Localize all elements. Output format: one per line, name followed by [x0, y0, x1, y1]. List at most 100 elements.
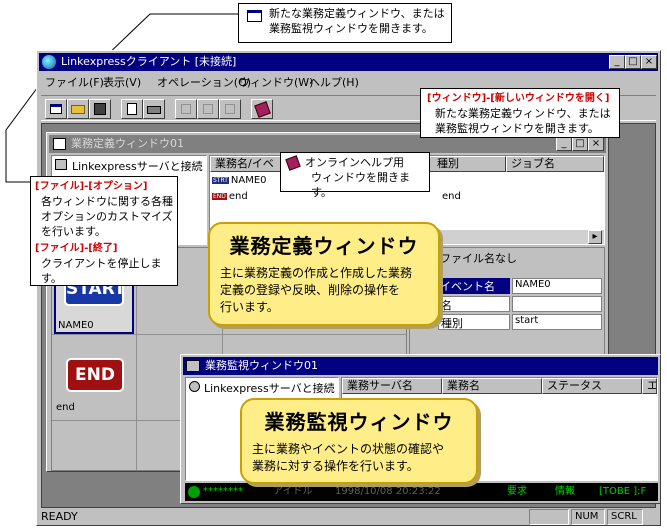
callout-text: 各ウィンドウに関する各種 [41, 195, 173, 208]
new-window-button[interactable] [45, 99, 67, 119]
callout-text: ウィンドウを開きます。 [311, 171, 410, 199]
help-book-icon [285, 155, 301, 171]
monitor-status-state: アイドル [273, 486, 313, 497]
row-name: end [228, 191, 248, 202]
start-node-caption: NAME0 [58, 320, 94, 331]
row-name: NAME0 [230, 175, 267, 186]
printer-icon [147, 106, 161, 114]
tool-icon [203, 104, 213, 114]
app-titlebar: Linkexpressクライアント [未接続] [39, 53, 658, 71]
callout-help: オンラインヘルプ用 ウィンドウを開きます。 [280, 152, 430, 199]
header-job-name[interactable]: 業務名 [442, 378, 542, 394]
save-icon [94, 103, 106, 115]
save-button[interactable] [89, 99, 111, 119]
callout-title: [ファイル]-[終了] [35, 243, 118, 254]
print-button[interactable] [143, 99, 165, 119]
monitor-window-titlebar: 業務監視ウィンドウ01 [183, 357, 658, 375]
folder-icon [71, 105, 85, 114]
close-button[interactable]: × [641, 55, 657, 69]
status-bar: READY NUM SCRL [39, 509, 658, 525]
define-tree-root[interactable]: Linkexpressサーバと接続し [72, 158, 204, 174]
operation-button-3[interactable] [219, 99, 241, 119]
canvas-grid-h [52, 334, 406, 335]
monitor-status-request: 要求 [507, 486, 527, 497]
callout-title: [ファイル]-[オプション] [35, 181, 148, 192]
end-badge-icon: END [212, 192, 227, 200]
minimize-button[interactable]: _ [609, 55, 625, 69]
callout-text: オプションのカストマイズ [41, 210, 173, 223]
operation-button-1[interactable] [175, 99, 197, 119]
server-icon [55, 159, 67, 170]
callout-text: 業務監視ウィンドウを開きます。 [435, 122, 599, 135]
preview-button[interactable] [121, 99, 143, 119]
note-text: 主に業務やイベントの状態の確認や [252, 442, 445, 456]
monitor-status-bar: ******** アイドル 1998/10/08 20:23:22 要求 情報 … [185, 483, 658, 501]
monitor-window-title: 業務監視ウィンドウ01 [205, 359, 318, 372]
header-extra[interactable]: エ [642, 378, 657, 394]
callout-text: 新たな業務定義ウィンドウ、または [435, 107, 611, 120]
define-close-button[interactable]: × [588, 137, 604, 151]
property-value[interactable] [512, 296, 602, 312]
callout-file-menu: [ファイル]-[オプション] 各ウィンドウに関する各種 オプションのカストマイズ… [30, 176, 178, 286]
status-num: NUM [571, 509, 605, 525]
status-scrl: SCRL [607, 509, 643, 525]
status-panel-empty [529, 509, 569, 525]
app-title: Linkexpressクライアント [未接続] [61, 55, 237, 68]
property-key: 名 [438, 296, 510, 312]
maximize-button[interactable]: □ [625, 55, 641, 69]
property-key: イベント名 [438, 278, 510, 294]
status-ready: READY [41, 510, 78, 523]
property-title: ファイル名なし [440, 252, 517, 265]
end-node-caption: end [56, 402, 75, 413]
tool-icon [225, 104, 235, 114]
header-server-name[interactable]: 業務サーバ名 [342, 378, 442, 394]
header-status[interactable]: ステータス [542, 378, 642, 394]
monitor-tree-root[interactable]: Linkexpressサーバと接続し [204, 380, 336, 396]
define-window-icon [53, 138, 66, 150]
callout-text: 業務監視ウィンドウを開きます。 [269, 22, 433, 35]
menu-operation[interactable]: オペレーション(O) [157, 74, 251, 92]
open-button[interactable] [67, 99, 89, 119]
property-value[interactable]: start [512, 314, 602, 330]
end-node[interactable]: END [66, 358, 124, 392]
monitor-status-indicator: ******** [203, 486, 243, 497]
callout-title: [ウィンドウ]-[新しいウィンドウを開く] [427, 93, 610, 104]
callout-text: オンラインヘルプ用 [305, 156, 404, 169]
monitor-window-icon [186, 360, 200, 372]
header-job-name[interactable]: ジョブ名 [506, 156, 604, 172]
define-minimize-button[interactable]: _ [556, 137, 572, 151]
note-text: 行います。 [220, 300, 279, 314]
define-window-title: 業務定義ウィンドウ01 [71, 137, 184, 150]
list-item[interactable]: STRT NAME0 [212, 175, 267, 186]
menu-help[interactable]: ヘルプ(H) [309, 74, 359, 92]
row-kind: end [442, 191, 461, 202]
note-text: 主に業務定義の作成と作成した業務 [220, 266, 413, 280]
menu-file[interactable]: ファイル(F) [45, 74, 104, 92]
note-define-window: 業務定義ウィンドウ 主に業務定義の作成と作成した業務 定義の登録や反映、削除の操… [208, 222, 440, 326]
note-text: 定義の登録や反映、削除の操作を [220, 283, 401, 297]
property-key: 種別 [438, 314, 510, 330]
note-title: 業務監視ウィンドウ [264, 410, 454, 434]
callout-text: 新たな業務定義ウィンドウ、または [269, 7, 445, 20]
callout-text: を行います。 [41, 225, 106, 238]
window-icon [50, 104, 62, 114]
operation-button-2[interactable] [197, 99, 219, 119]
callout-new-window: 新たな業務定義ウィンドウ、または 業務監視ウィンドウを開きます。 [238, 3, 452, 43]
note-title: 業務定義ウィンドウ [229, 234, 419, 258]
menu-window[interactable]: ウィンドウ(W) [239, 74, 313, 92]
list-item[interactable]: END end [212, 191, 248, 202]
new-window-icon [247, 10, 262, 22]
scroll-right-button[interactable]: ▸ [588, 230, 602, 244]
menu-view[interactable]: 表示(V) [103, 74, 141, 92]
start-badge-icon: STRT [212, 176, 229, 184]
app-logo-icon [42, 55, 56, 69]
monitor-status-info: 情報 [555, 486, 575, 497]
property-value[interactable]: NAME0 [512, 278, 602, 294]
monitor-status-tobe: [TOBE ]:F [599, 486, 647, 497]
callout-text: クライアントを停止します。 [41, 257, 162, 285]
wrench-icon [181, 104, 191, 114]
define-maximize-button[interactable]: □ [572, 137, 588, 151]
note-text: 業務に対する操作を行います。 [252, 459, 419, 473]
help-button[interactable] [251, 99, 273, 119]
callout-window-menu: [ウィンドウ]-[新しいウィンドウを開く] 新たな業務定義ウィンドウ、または 業… [420, 88, 620, 138]
